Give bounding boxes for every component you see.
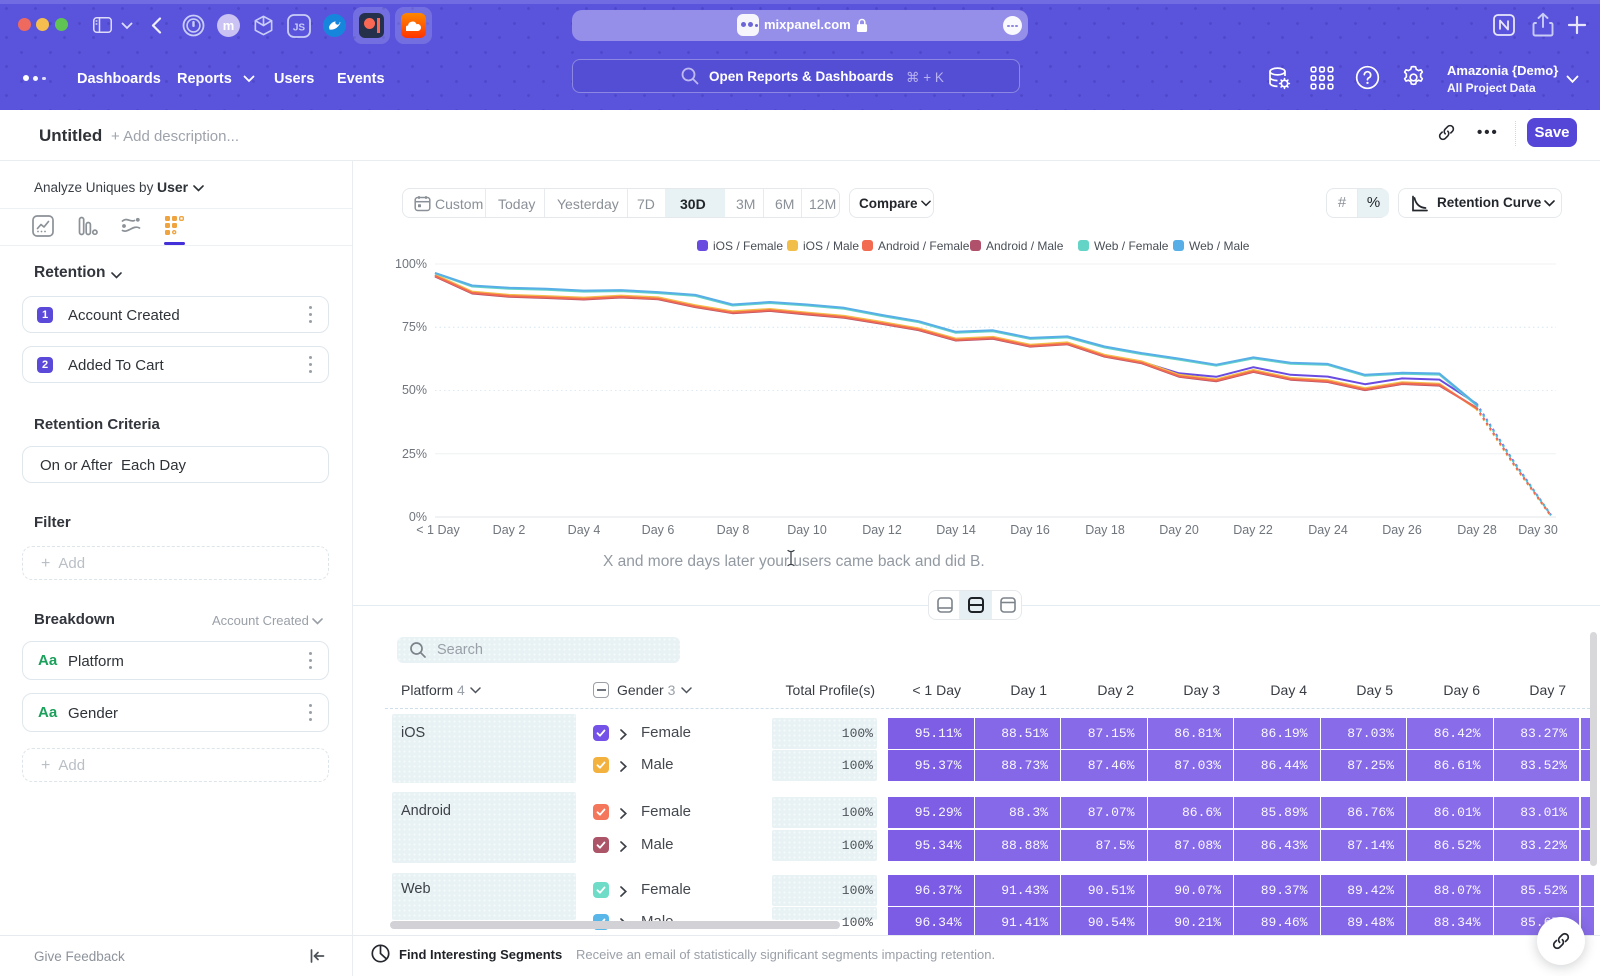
svg-text:Day 22: Day 22 [1233, 523, 1273, 537]
svg-text:< 1 Day: < 1 Day [416, 523, 460, 537]
svg-text:25%: 25% [402, 447, 427, 461]
svg-text:Day 28: Day 28 [1457, 523, 1497, 537]
svg-text:Day 24: Day 24 [1308, 523, 1348, 537]
svg-text:Day 20: Day 20 [1159, 523, 1199, 537]
svg-text:0%: 0% [409, 510, 427, 524]
svg-text:Day 4: Day 4 [568, 523, 601, 537]
svg-text:Day 8: Day 8 [717, 523, 750, 537]
svg-text:Day 30: Day 30 [1518, 523, 1558, 537]
svg-text:Day 12: Day 12 [862, 523, 902, 537]
svg-text:Day 16: Day 16 [1010, 523, 1050, 537]
svg-text:Day 18: Day 18 [1085, 523, 1125, 537]
svg-text:Day 26: Day 26 [1382, 523, 1422, 537]
svg-text:Day 2: Day 2 [493, 523, 526, 537]
svg-text:Day 6: Day 6 [642, 523, 675, 537]
svg-text:Day 10: Day 10 [787, 523, 827, 537]
svg-text:Day 14: Day 14 [936, 523, 976, 537]
svg-text:50%: 50% [402, 383, 427, 397]
svg-text:100%: 100% [395, 257, 427, 271]
svg-text:75%: 75% [402, 320, 427, 334]
